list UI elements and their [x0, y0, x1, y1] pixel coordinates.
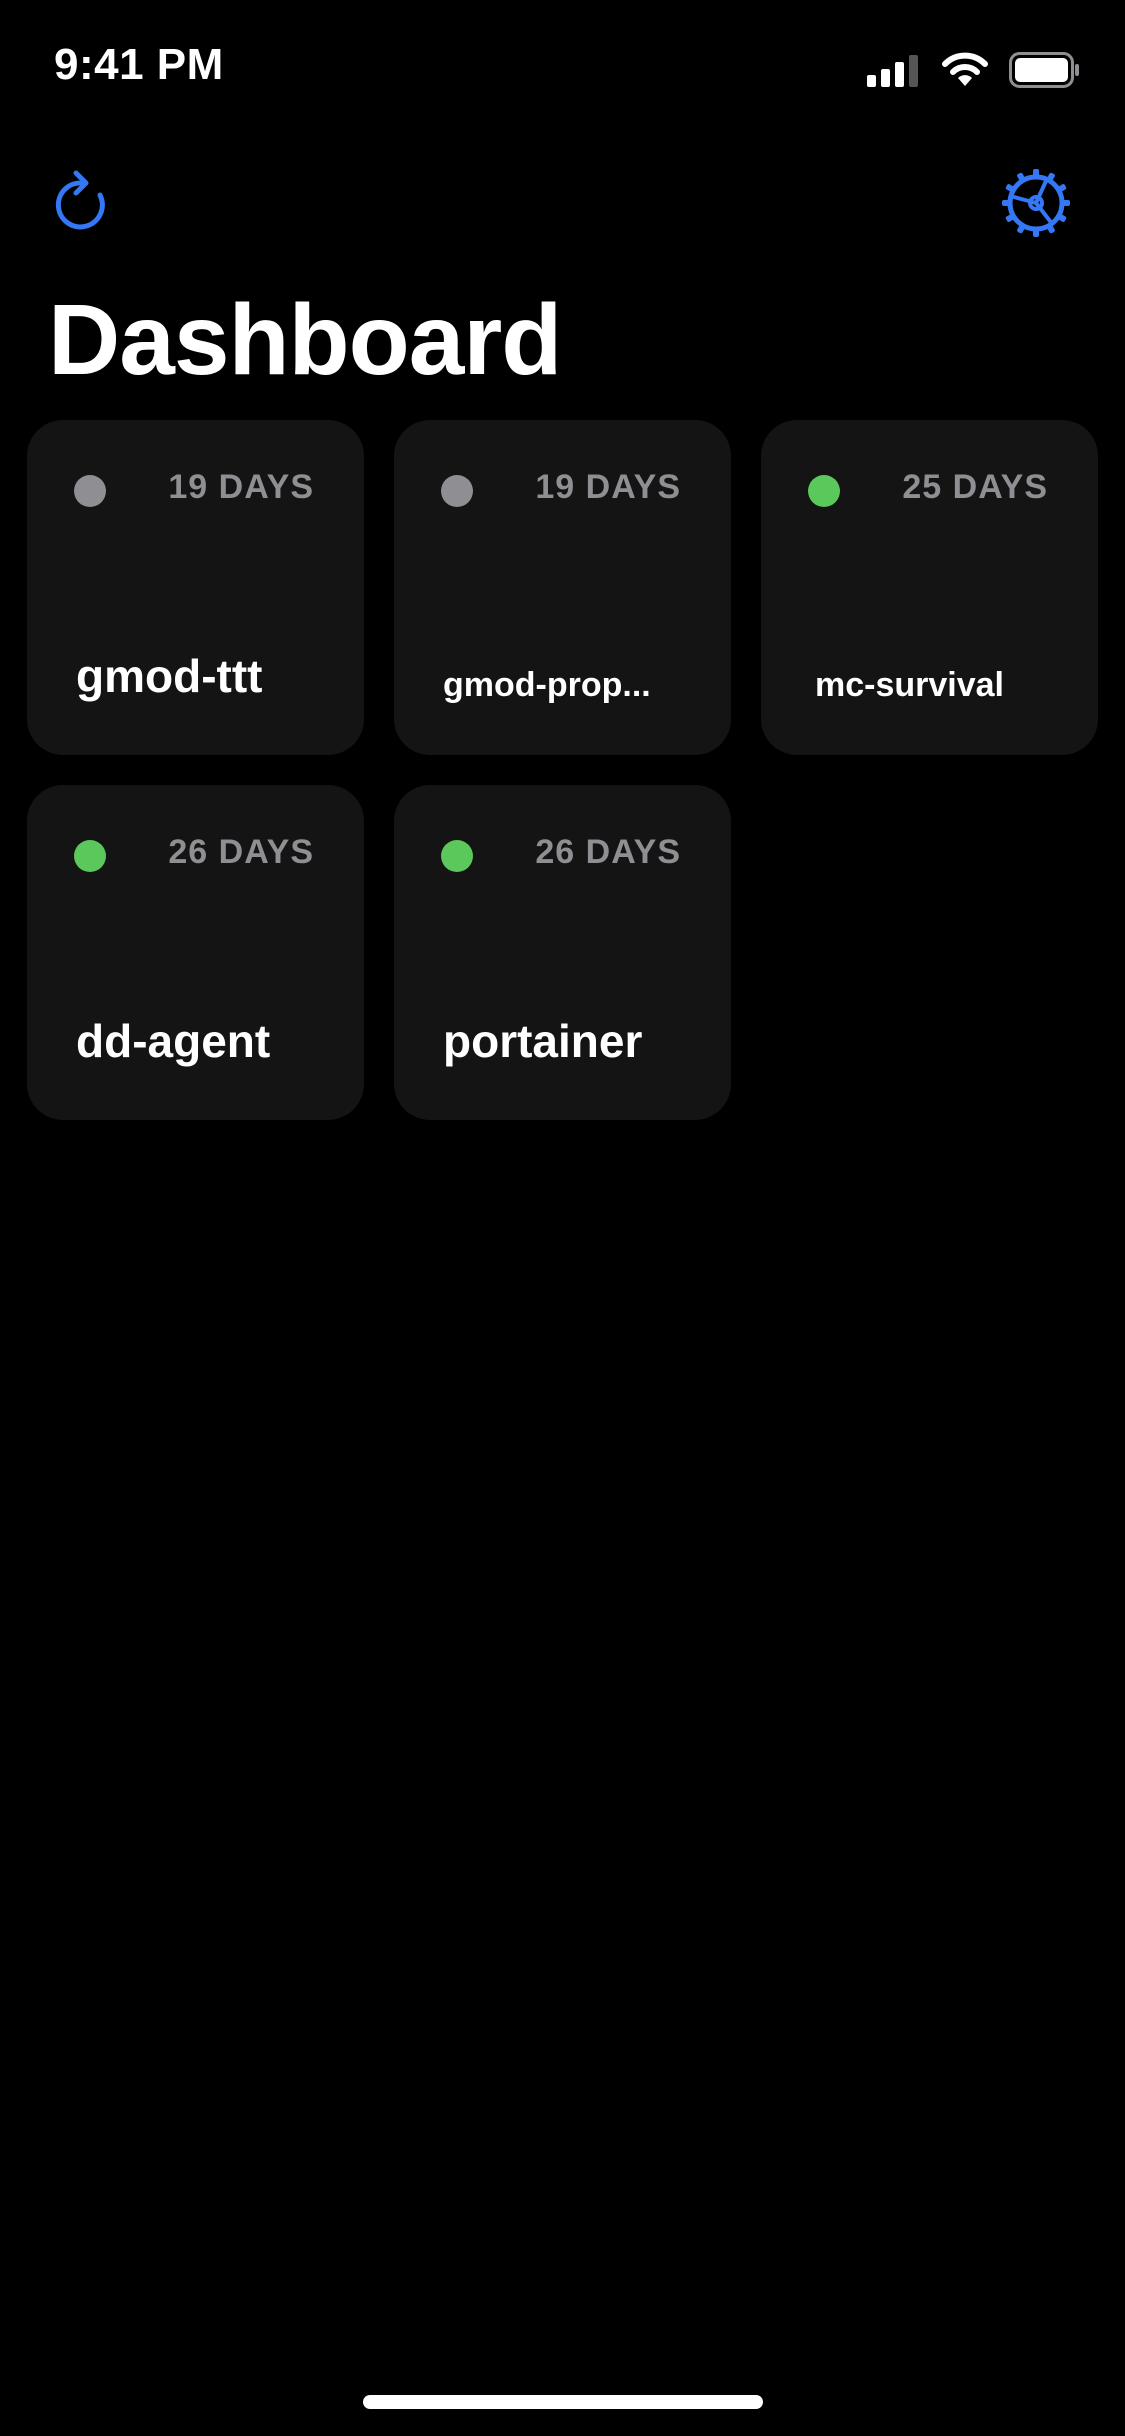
settings-button[interactable] — [996, 163, 1076, 243]
container-name: portainer — [443, 1015, 643, 1067]
gear-icon — [1002, 169, 1070, 237]
status-icons — [867, 50, 1081, 90]
status-indicator — [441, 840, 473, 872]
status-indicator — [74, 475, 106, 507]
status-indicator — [74, 840, 106, 872]
container-card-mc-survival[interactable]: 25 DAYS mc-survival — [761, 420, 1098, 755]
container-card-dd-agent[interactable]: 26 DAYS dd-agent — [27, 785, 364, 1120]
status-bar: 9:41 PM — [0, 0, 1125, 140]
container-card-gmod-prop[interactable]: 19 DAYS gmod-prop... — [394, 420, 731, 755]
uptime-label: 25 DAYS — [902, 468, 1048, 506]
wifi-icon — [942, 52, 988, 86]
uptime-label: 26 DAYS — [535, 833, 681, 871]
container-name: mc-survival — [815, 666, 1004, 704]
container-name: dd-agent — [76, 1015, 271, 1067]
container-name: gmod-ttt — [76, 650, 263, 702]
status-indicator — [808, 475, 840, 507]
uptime-label: 19 DAYS — [168, 468, 314, 506]
home-indicator[interactable] — [363, 2395, 763, 2409]
container-card-gmod-ttt[interactable]: 19 DAYS gmod-ttt — [27, 420, 364, 755]
container-name: gmod-prop... — [443, 666, 651, 704]
uptime-label: 19 DAYS — [535, 468, 681, 506]
status-time: 9:41 PM — [54, 40, 224, 89]
uptime-label: 26 DAYS — [168, 833, 314, 871]
battery-icon — [1009, 52, 1079, 88]
container-card-portainer[interactable]: 26 DAYS portainer — [394, 785, 731, 1120]
page-title: Dashboard — [48, 284, 562, 396]
status-indicator — [441, 475, 473, 507]
container-grid: 19 DAYS gmod-ttt 19 DAYS gmod-prop... 25… — [27, 420, 1098, 1120]
cellular-signal-icon — [867, 55, 918, 87]
refresh-button[interactable] — [42, 163, 122, 243]
refresh-icon — [55, 170, 105, 230]
